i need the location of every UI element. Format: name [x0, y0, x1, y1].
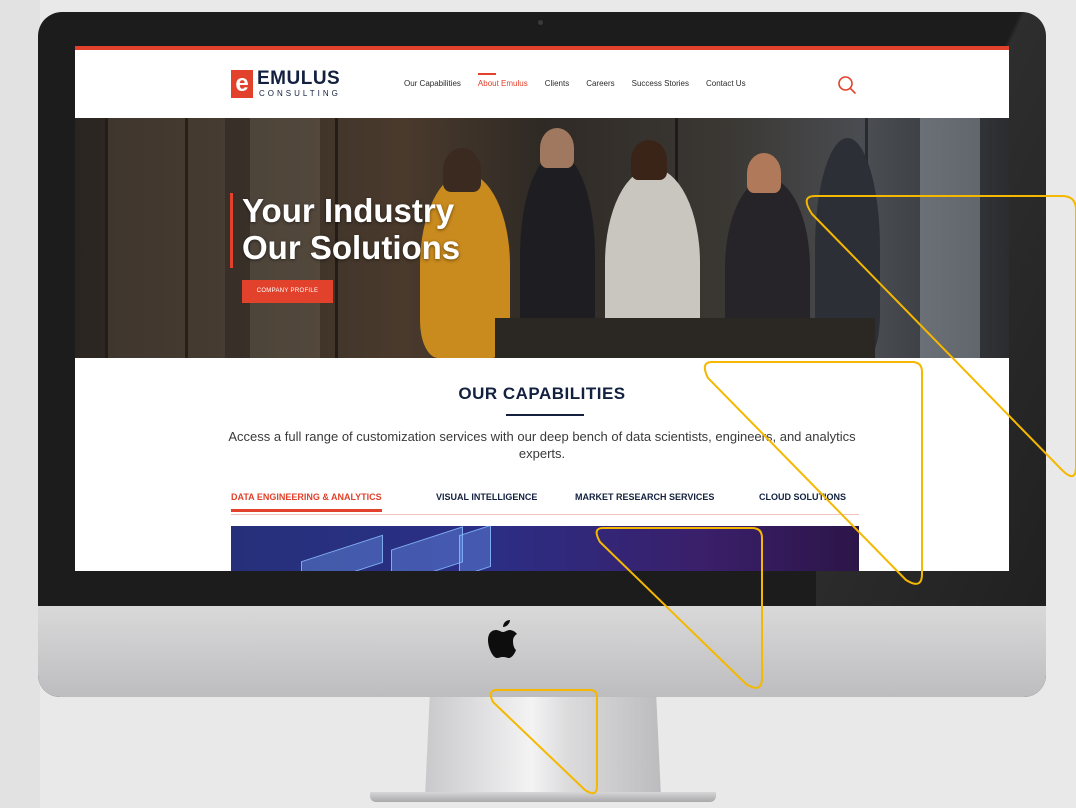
nav-about-emulus[interactable]: About Emulus	[477, 73, 528, 88]
background-panel	[0, 0, 40, 808]
hero-title: Your Industry Our Solutions	[242, 192, 460, 266]
hero-title-line-1: Your Industry	[242, 192, 455, 229]
imac-stand	[425, 697, 661, 797]
capability-feature-image	[231, 526, 859, 571]
imac-chin	[38, 606, 1046, 697]
website-screen: e EMULUS CONSULTING Our Capabilities Abo…	[75, 46, 1009, 571]
meeting-table	[495, 318, 875, 358]
capabilities-tabs: DATA ENGINEERING & ANALYTICS VISUAL INTE…	[231, 492, 859, 515]
nav-our-capabilities[interactable]: Our Capabilities	[404, 79, 461, 88]
imac-stand-foot	[370, 792, 716, 802]
apple-logo-icon	[488, 620, 517, 658]
capabilities-title-underline	[506, 414, 584, 416]
hero-accent-bar	[230, 193, 233, 268]
main-nav: Our Capabilities About Emulus Clients Ca…	[404, 73, 763, 88]
nav-contact-us[interactable]: Contact Us	[706, 79, 746, 88]
logo-subtitle: CONSULTING	[259, 89, 341, 98]
tab-market-research[interactable]: MARKET RESEARCH SERVICES	[575, 492, 714, 502]
capabilities-description: Access a full range of customization ser…	[228, 429, 856, 461]
person-head	[747, 153, 781, 193]
person-head	[631, 140, 667, 180]
dashboard-window	[459, 526, 491, 571]
site-header: e EMULUS CONSULTING Our Capabilities Abo…	[75, 50, 1009, 118]
hero-bg-panel	[920, 118, 980, 358]
hero-banner: Your Industry Our Solutions COMPANY PROF…	[75, 118, 1009, 358]
tab-cloud-solutions[interactable]: CLOUD SOLUTIONS	[759, 492, 846, 502]
person-head	[443, 148, 481, 192]
person-head	[540, 128, 574, 168]
hero-title-line-2: Our Solutions	[242, 229, 461, 266]
tab-data-engineering[interactable]: DATA ENGINEERING & ANALYTICS	[231, 492, 382, 512]
hero-bg-panel	[105, 118, 225, 358]
nav-success-stories[interactable]: Success Stories	[632, 79, 689, 88]
tab-visual-intelligence[interactable]: VISUAL INTELLIGENCE	[436, 492, 537, 502]
glass-divider	[105, 118, 108, 358]
dashboard-window	[391, 526, 463, 571]
camera-dot	[538, 20, 543, 25]
dashboard-window	[301, 534, 383, 571]
nav-careers[interactable]: Careers	[586, 79, 614, 88]
capabilities-title: OUR CAPABILITIES	[458, 384, 626, 403]
nav-clients[interactable]: Clients	[545, 79, 569, 88]
glass-divider	[185, 118, 188, 358]
logo-mark: e	[231, 70, 253, 98]
logo-wordmark: EMULUS	[257, 68, 341, 89]
search-icon[interactable]	[837, 75, 857, 95]
company-profile-button[interactable]: COMPANY PROFILE	[242, 280, 333, 303]
